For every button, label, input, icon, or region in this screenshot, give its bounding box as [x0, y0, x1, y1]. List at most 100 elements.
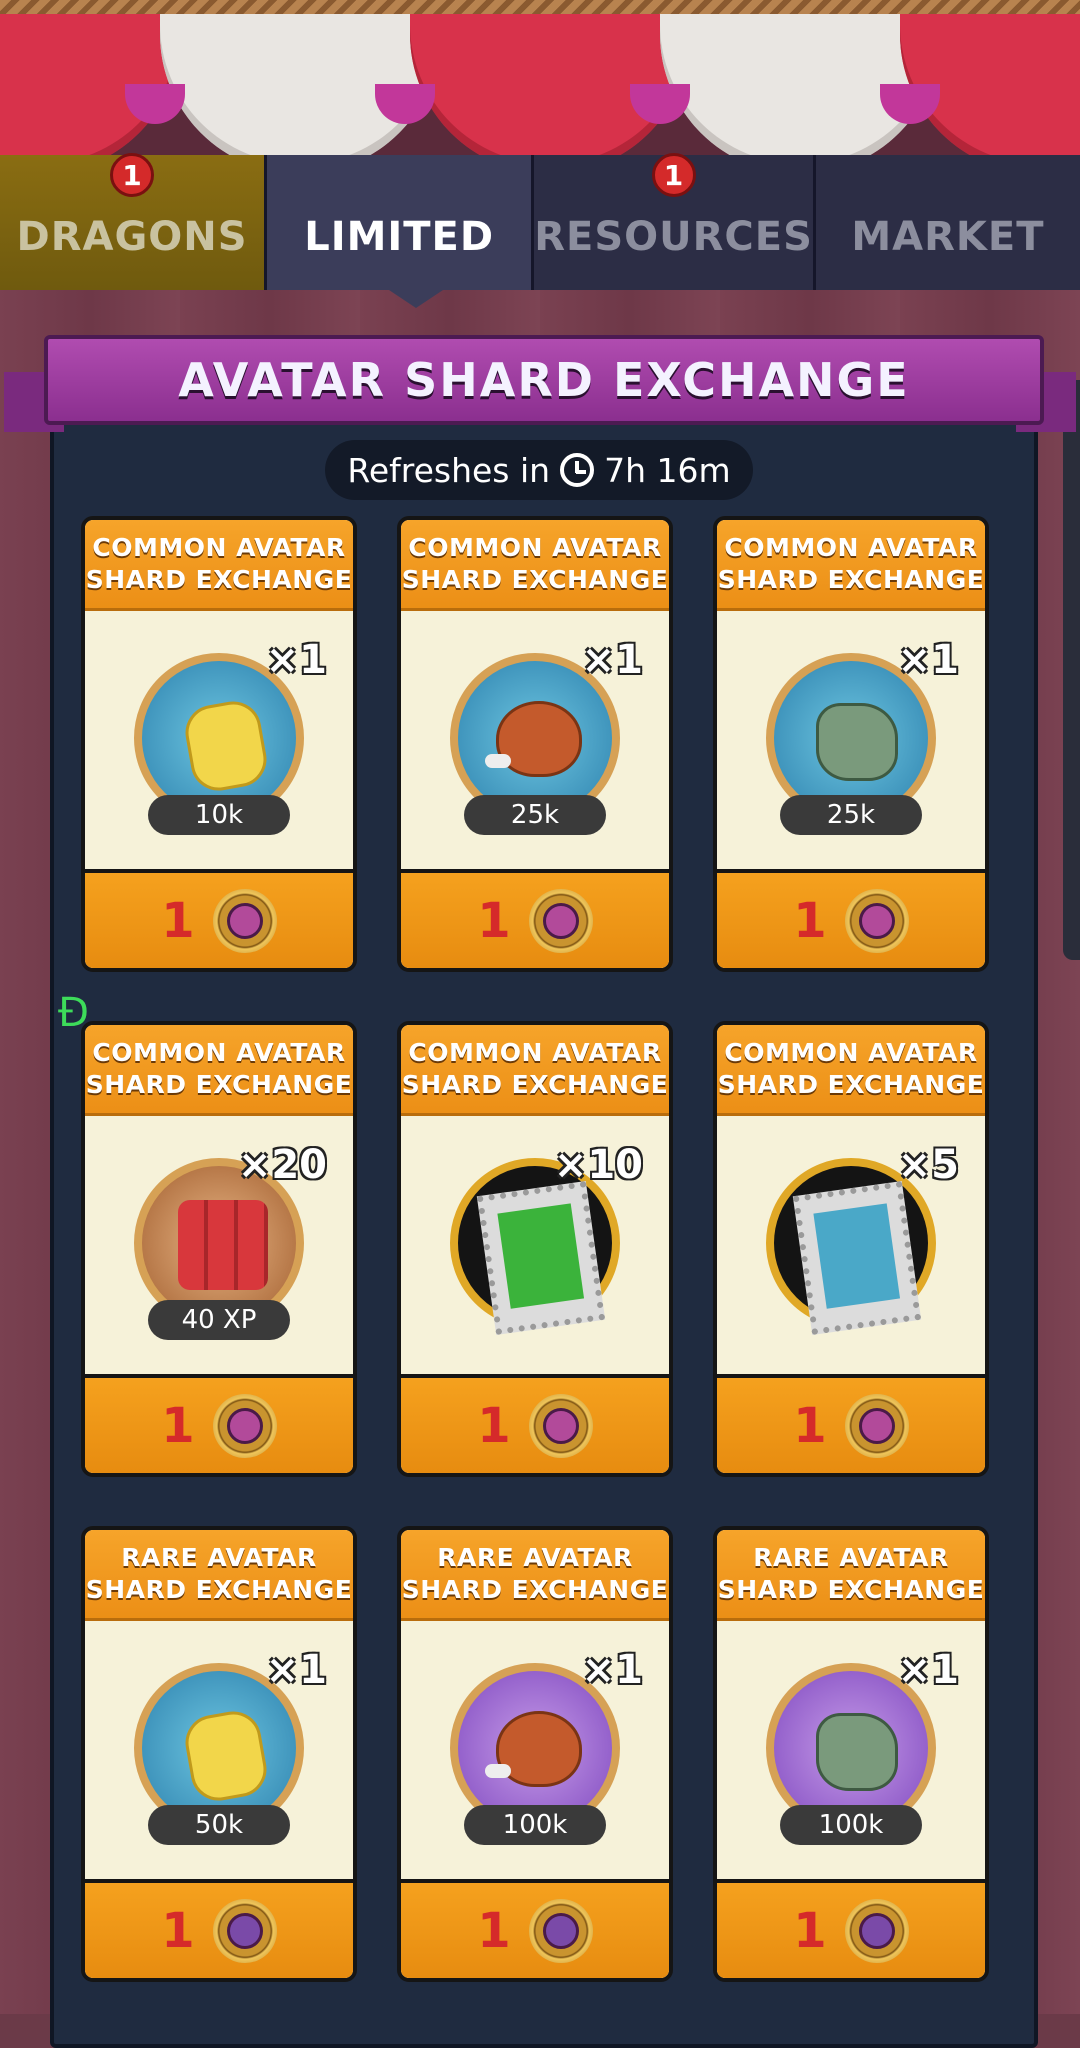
card-title: COMMON AVATAR SHARD EXCHANGE [85, 533, 353, 594]
reward-quantity: ×1 [897, 637, 959, 683]
card-reward: ×1 25k [717, 611, 985, 876]
card-reward: ×1 50k [85, 1621, 353, 1886]
exchange-card[interactable]: COMMON AVATAR SHARD EXCHANGE ×1 25k 1 [397, 516, 673, 972]
cost-value: 1 [477, 1397, 511, 1454]
reward-amount: 25k [780, 795, 922, 835]
card-header: RARE AVATAR SHARD EXCHANGE [401, 1530, 669, 1621]
clock-icon [560, 453, 595, 487]
common-shard-coin-icon [212, 888, 277, 953]
card-reward: ×20 40 XP [85, 1116, 353, 1381]
exchange-card[interactable]: RARE AVATAR SHARD EXCHANGE ×1 100k 1 [713, 1526, 989, 1982]
card-title: RARE AVATAR SHARD EXCHANGE [401, 1543, 669, 1604]
card-reward: ×1 10k [85, 611, 353, 876]
rare-shard-coin-icon [528, 1898, 593, 1963]
card-header: COMMON AVATAR SHARD EXCHANGE [85, 520, 353, 611]
cost-value: 1 [477, 1902, 511, 1959]
exchange-card[interactable]: COMMON AVATAR SHARD EXCHANGE ×10 1 [397, 1021, 673, 1477]
buy-button[interactable]: 1 [401, 869, 669, 968]
awning-rope [0, 0, 1080, 14]
reward-quantity: ×20 [237, 1142, 327, 1188]
tab-label: DRAGONS [16, 214, 248, 260]
buy-button[interactable]: 1 [717, 1879, 985, 1978]
reward-amount: 40 XP [148, 1300, 290, 1340]
card-title: RARE AVATAR SHARD EXCHANGE [717, 1543, 985, 1604]
card-reward: ×1 100k [401, 1621, 669, 1886]
common-shard-coin-icon [528, 1393, 593, 1458]
tab-resources[interactable]: 1 RESOURCES [534, 153, 816, 290]
rare-shard-coin-icon [212, 1898, 277, 1963]
reward-amount: 25k [464, 795, 606, 835]
refresh-label: Refreshes in [347, 450, 551, 490]
card-reward: ×10 [401, 1116, 669, 1381]
tab-market[interactable]: MARKET [815, 155, 1080, 290]
card-reward: ×1 25k [401, 611, 669, 876]
active-tab-pointer [386, 288, 446, 308]
tab-dragons[interactable]: 1 DRAGONS [0, 153, 268, 290]
cost-value: 1 [793, 1902, 827, 1959]
notification-badge: 1 [651, 153, 696, 197]
reward-quantity: ×10 [553, 1142, 643, 1188]
tab-limited[interactable]: LIMITED [267, 155, 535, 290]
exchange-card[interactable]: COMMON AVATAR SHARD EXCHANGE ×20 40 XP 1 [81, 1021, 357, 1477]
card-header: COMMON AVATAR SHARD EXCHANGE [85, 1025, 353, 1116]
rare-shard-coin-icon [844, 1898, 909, 1963]
buy-button[interactable]: 1 [717, 869, 985, 968]
shop-tabs: 1 DRAGONS LIMITED 1 RESOURCES MARKET [0, 153, 1080, 290]
tab-label: MARKET [851, 214, 1045, 260]
reward-quantity: ×5 [897, 1142, 959, 1188]
side-panel-handle[interactable] [1063, 380, 1080, 960]
card-title: COMMON AVATAR SHARD EXCHANGE [717, 533, 985, 594]
food-icon [485, 1711, 582, 1787]
cost-value: 1 [161, 1397, 195, 1454]
card-reward: ×5 [717, 1116, 985, 1381]
reward-quantity: ×1 [581, 1647, 643, 1693]
exchange-card[interactable]: COMMON AVATAR SHARD EXCHANGE ×1 10k 1 [81, 516, 357, 972]
common-shard-coin-icon [528, 888, 593, 953]
exchange-card[interactable]: COMMON AVATAR SHARD EXCHANGE ×1 25k 1 [713, 516, 989, 972]
card-header: COMMON AVATAR SHARD EXCHANGE [401, 1025, 669, 1116]
exchange-card[interactable]: RARE AVATAR SHARD EXCHANGE ×1 100k 1 [397, 1526, 673, 1982]
gold-icon [181, 1707, 271, 1805]
buy-button[interactable]: 1 [85, 1879, 353, 1978]
card-title: RARE AVATAR SHARD EXCHANGE [85, 1543, 353, 1604]
reward-quantity: ×1 [897, 1647, 959, 1693]
common-shard-coin-icon [212, 1393, 277, 1458]
buy-button[interactable]: 1 [401, 1879, 669, 1978]
shop-awning [0, 14, 1080, 164]
stone-icon [816, 703, 898, 781]
reward-amount: 50k [148, 1805, 290, 1845]
cost-value: 1 [161, 892, 195, 949]
xp-steak-icon [178, 1200, 268, 1290]
tab-label: RESOURCES [534, 214, 813, 260]
buy-button[interactable]: 1 [85, 869, 353, 968]
card-title: COMMON AVATAR SHARD EXCHANGE [401, 1038, 669, 1099]
notification-badge: 1 [110, 153, 155, 197]
gold-icon [181, 697, 271, 795]
reward-amount: 10k [148, 795, 290, 835]
card-reward: ×1 100k [717, 1621, 985, 1886]
cost-value: 1 [161, 1902, 195, 1959]
card-header: RARE AVATAR SHARD EXCHANGE [717, 1530, 985, 1621]
refresh-timer: Refreshes in 7h 16m [325, 440, 753, 500]
cost-value: 1 [793, 892, 827, 949]
card-header: COMMON AVATAR SHARD EXCHANGE [717, 520, 985, 611]
card-title: COMMON AVATAR SHARD EXCHANGE [85, 1038, 353, 1099]
buy-button[interactable]: 1 [85, 1374, 353, 1473]
buy-button[interactable]: 1 [401, 1374, 669, 1473]
section-banner: AVATAR SHARD EXCHANGE [44, 335, 1044, 425]
reward-amount: 100k [464, 1805, 606, 1845]
reward-quantity: ×1 [265, 637, 327, 683]
reward-quantity: ×1 [581, 637, 643, 683]
reward-quantity: ×1 [265, 1647, 327, 1693]
food-icon [485, 701, 582, 777]
card-header: COMMON AVATAR SHARD EXCHANGE [717, 1025, 985, 1116]
card-header: RARE AVATAR SHARD EXCHANGE [85, 1530, 353, 1621]
blue-stamp-icon [792, 1181, 922, 1335]
cost-value: 1 [477, 892, 511, 949]
stone-icon [816, 1713, 898, 1791]
exchange-card[interactable]: RARE AVATAR SHARD EXCHANGE ×1 50k 1 [81, 1526, 357, 1982]
refresh-time: 7h 16m [604, 450, 731, 490]
reward-amount: 100k [780, 1805, 922, 1845]
exchange-card[interactable]: COMMON AVATAR SHARD EXCHANGE ×5 1 [713, 1021, 989, 1477]
buy-button[interactable]: 1 [717, 1374, 985, 1473]
